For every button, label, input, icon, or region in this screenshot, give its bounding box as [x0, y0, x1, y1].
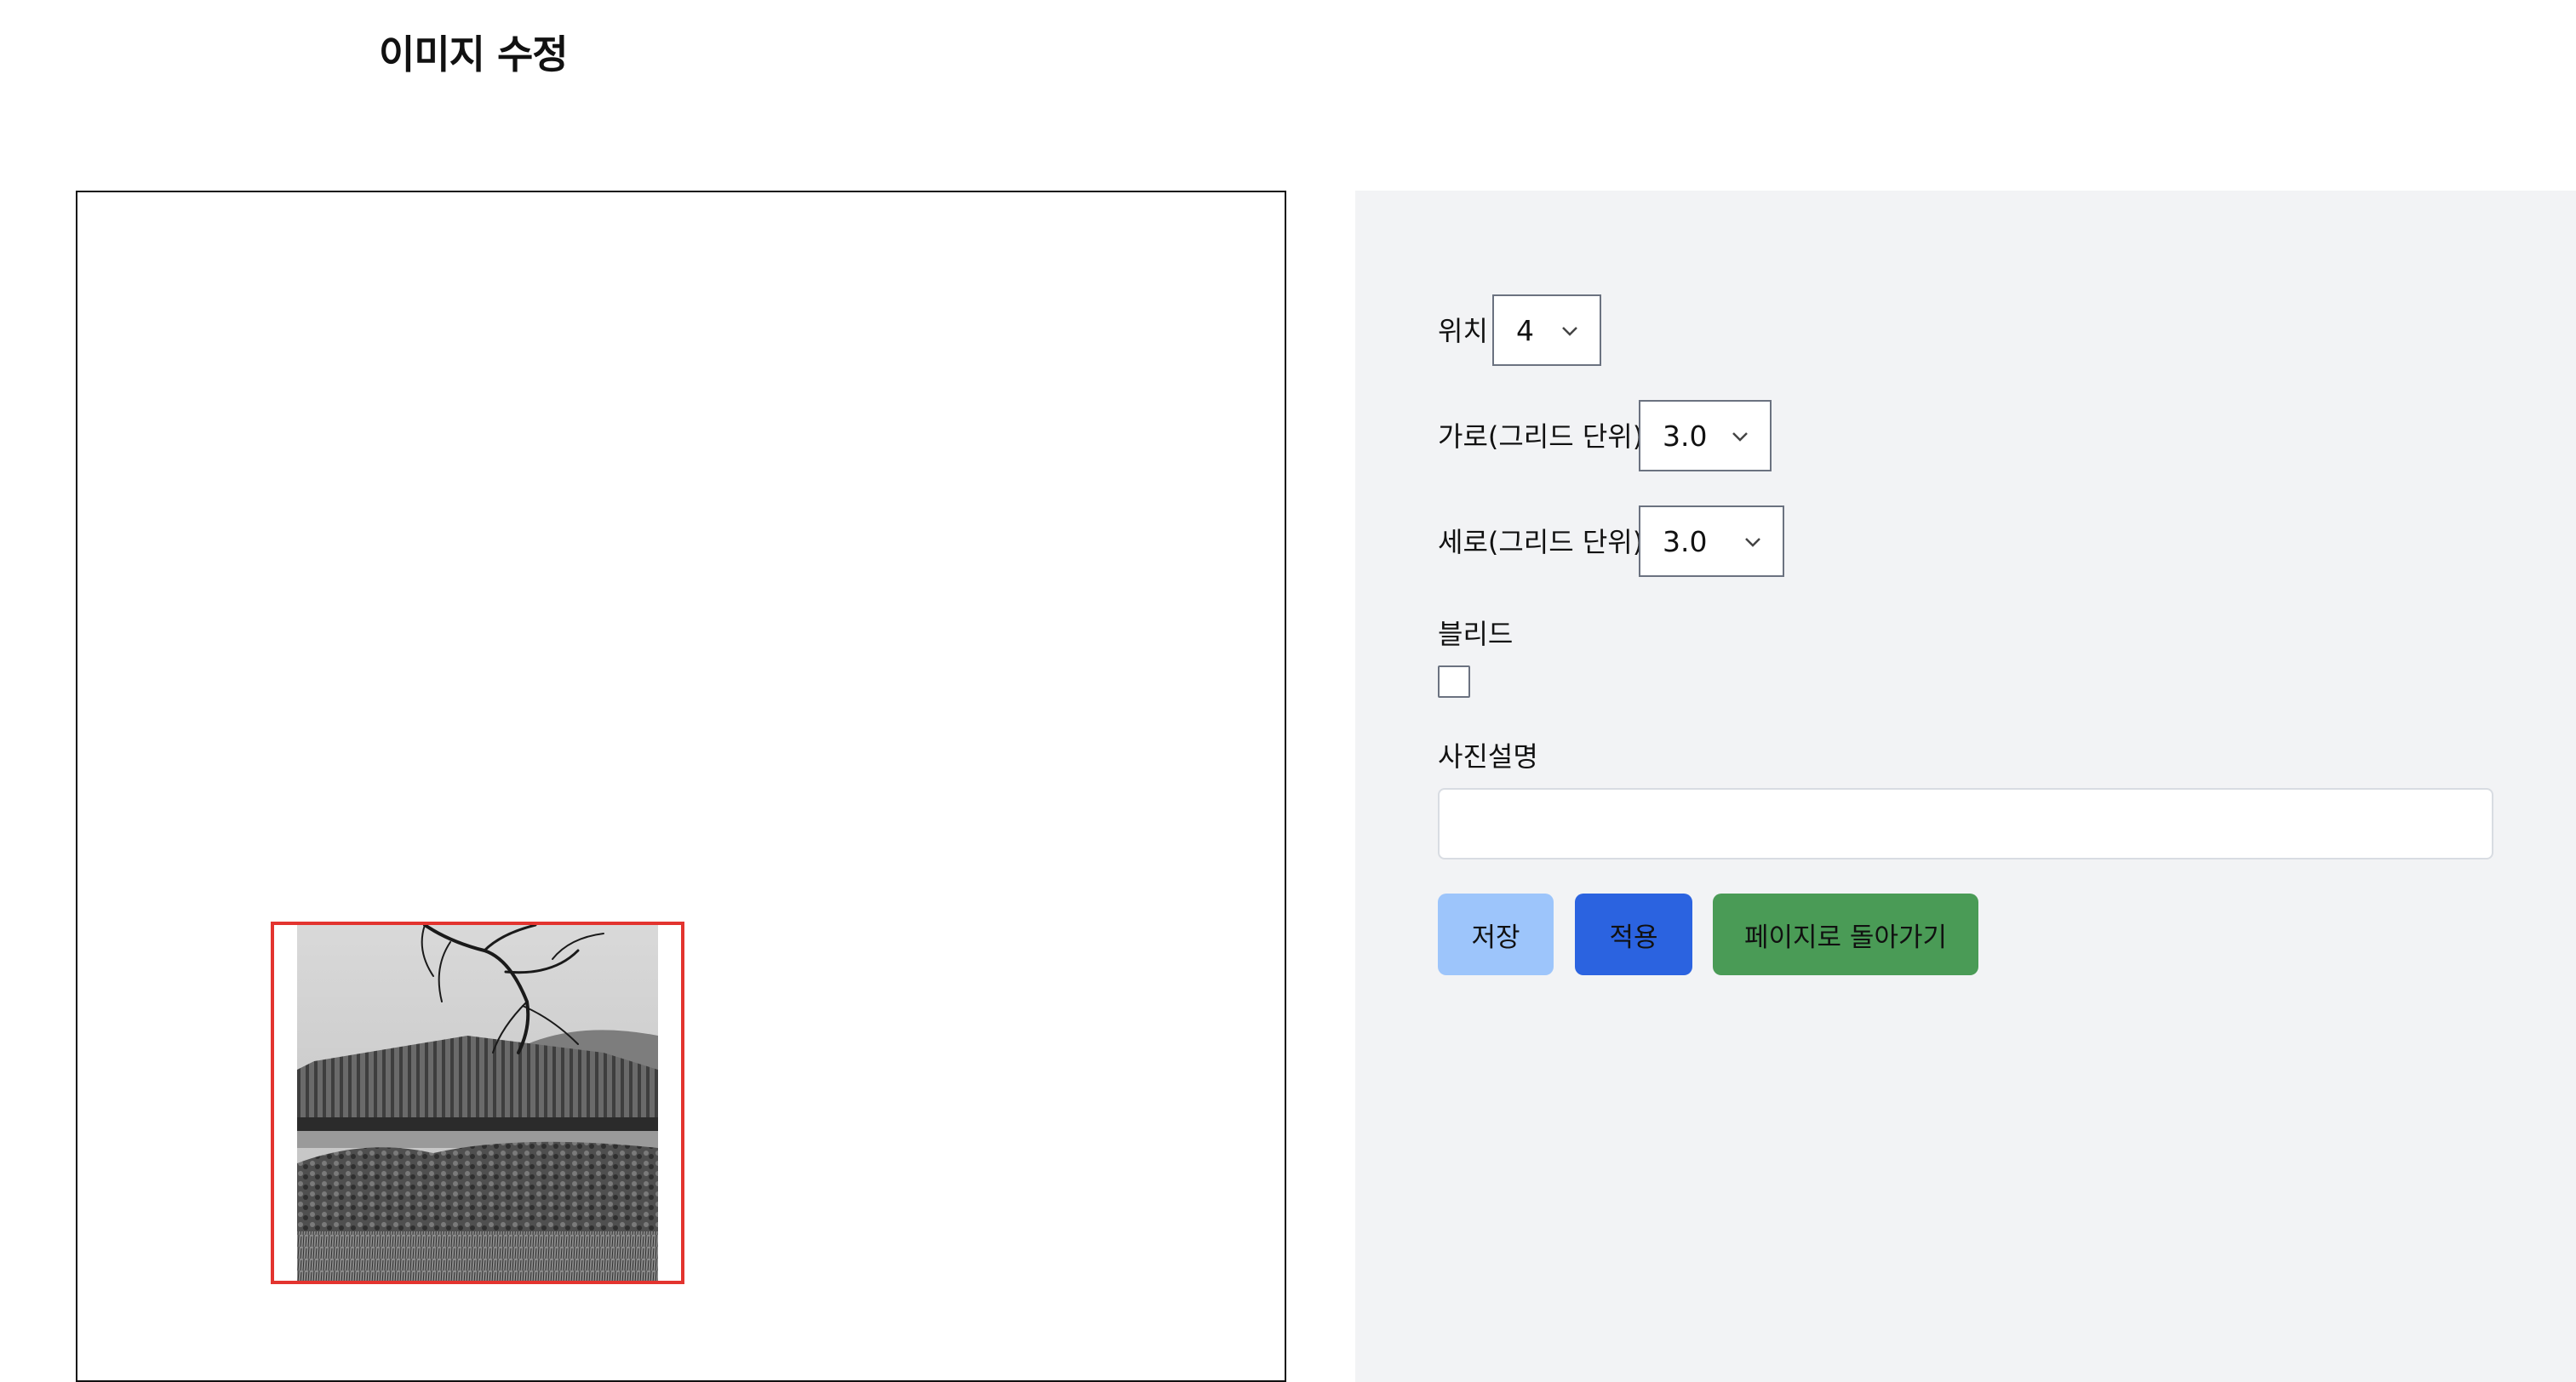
page-canvas[interactable]: [76, 191, 1286, 1382]
position-select[interactable]: 4: [1492, 294, 1601, 366]
caption-label: 사진설명: [1438, 740, 1538, 773]
position-label: 위치: [1438, 315, 1488, 347]
bleed-label: 블리드: [1438, 618, 1514, 650]
page-title: 이미지 수정: [379, 31, 569, 77]
width-label: 가로(그리드 단위): [1438, 420, 1644, 453]
height-label: 세로(그리드 단위): [1438, 526, 1644, 558]
selected-image-frame[interactable]: [271, 922, 684, 1284]
height-select[interactable]: 3.0: [1639, 505, 1784, 577]
chevron-down-icon: [1732, 432, 1748, 442]
chevron-down-icon: [1745, 538, 1760, 547]
width-select[interactable]: 3.0: [1639, 400, 1772, 471]
height-value: 3.0: [1663, 524, 1708, 558]
back-to-page-button[interactable]: 페이지로 돌아가기: [1713, 894, 1978, 975]
apply-button[interactable]: 적용: [1575, 894, 1692, 975]
bleed-checkbox[interactable]: [1438, 665, 1470, 698]
image-settings-panel: 위치 4 가로(그리드 단위) 3.0 세로(그리드 단위) 3.0 블리드 사…: [1355, 191, 2576, 1382]
caption-input[interactable]: [1438, 788, 2493, 859]
save-button[interactable]: 저장: [1438, 894, 1554, 975]
position-value: 4: [1516, 313, 1534, 347]
width-value: 3.0: [1663, 419, 1708, 453]
chevron-down-icon: [1562, 327, 1577, 336]
photo-hanok-roof: [297, 925, 658, 1281]
